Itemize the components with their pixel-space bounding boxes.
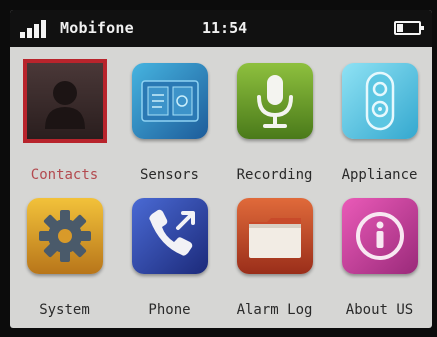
info-icon: [341, 198, 418, 274]
home-screen: Mobifone 11:54 Contacts Sensors Recordin…: [10, 10, 432, 328]
app-appliance[interactable]: Appliance: [327, 47, 432, 183]
carrier-name: Mobifone: [60, 19, 134, 37]
app-contacts[interactable]: Contacts: [12, 47, 117, 183]
app-about-us[interactable]: About US: [327, 182, 432, 318]
app-alarm-log[interactable]: Alarm Log: [222, 182, 327, 318]
signal-icon: [20, 20, 52, 38]
app-label: Recording: [236, 167, 313, 183]
phone-icon: [131, 198, 208, 274]
app-label: Alarm Log: [236, 302, 313, 318]
sensors-icon: [131, 63, 208, 139]
remote-icon: [341, 63, 418, 139]
app-recording[interactable]: Recording: [222, 47, 327, 183]
battery-icon: [394, 21, 424, 35]
app-phone[interactable]: Phone: [117, 182, 222, 318]
app-label: Sensors: [139, 167, 199, 183]
contacts-icon: [22, 59, 107, 143]
app-label: About US: [345, 302, 414, 318]
status-bar: Mobifone 11:54: [10, 10, 432, 47]
app-label: Appliance: [341, 167, 418, 183]
folder-icon: [236, 198, 313, 274]
app-sensors[interactable]: Sensors: [117, 47, 222, 183]
app-label: System: [39, 302, 90, 318]
battery-level: [397, 24, 403, 32]
app-label: Phone: [148, 302, 191, 318]
gear-icon: [26, 198, 103, 274]
app-grid: Contacts Sensors Recording Appliance Sys…: [10, 47, 432, 328]
device-bezel: Mobifone 11:54 Contacts Sensors Recordin…: [0, 0, 437, 337]
microphone-icon: [236, 63, 313, 139]
app-system[interactable]: System: [12, 182, 117, 318]
app-label: Contacts: [30, 167, 99, 183]
clock: 11:54: [202, 19, 248, 37]
